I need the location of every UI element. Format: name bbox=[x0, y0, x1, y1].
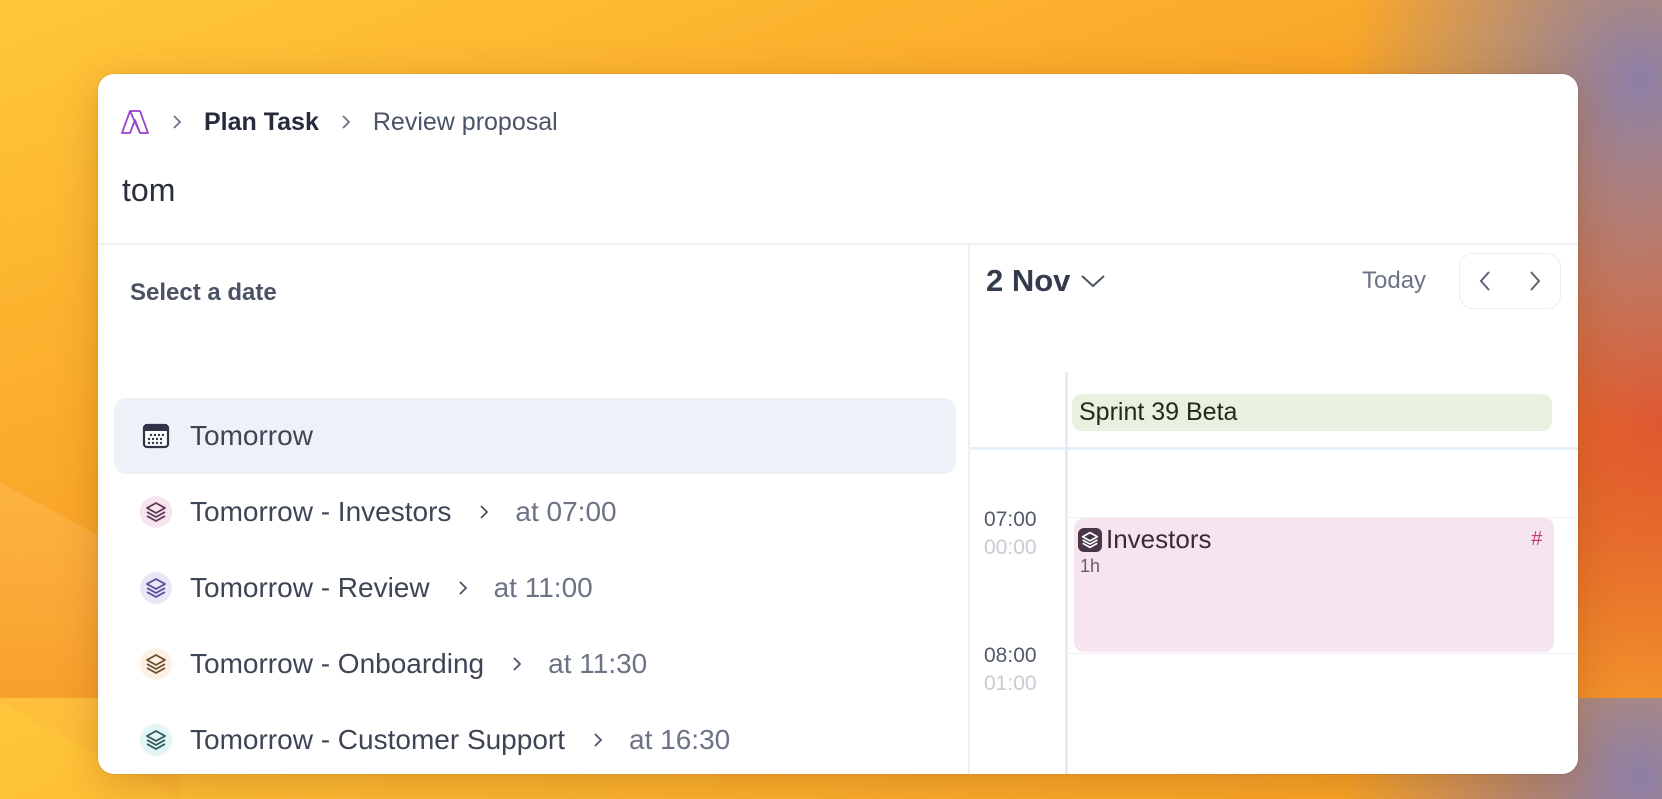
date-option-label: Tomorrow bbox=[190, 420, 313, 451]
date-option-label: Tomorrow - Investors bbox=[190, 496, 452, 527]
breadcrumb-plan-task[interactable]: Plan Task bbox=[204, 108, 319, 137]
time-label: 08:00 bbox=[984, 644, 1037, 667]
date-option-time: at 11:00 bbox=[493, 572, 593, 603]
app-logo-icon[interactable] bbox=[120, 107, 150, 137]
chevron-right-icon bbox=[593, 733, 607, 747]
stack-icon bbox=[140, 724, 172, 756]
previous-day-button[interactable] bbox=[1465, 261, 1505, 301]
hour-line bbox=[1068, 653, 1578, 654]
time-label: 07:00 bbox=[984, 508, 1037, 531]
date-option-customer-support[interactable]: Tomorrow - Customer Support at 16:30 bbox=[114, 702, 956, 774]
date-picker-dropdown[interactable]: 2 Nov bbox=[986, 263, 1108, 299]
event-header: Investors bbox=[1078, 524, 1212, 555]
date-option-investors[interactable]: Tomorrow - Investors at 07:00 bbox=[114, 474, 956, 550]
calendar-event-investors[interactable]: Investors 1h # bbox=[1074, 518, 1554, 652]
all-day-divider bbox=[970, 447, 1578, 450]
stack-icon bbox=[140, 496, 172, 528]
all-day-event[interactable]: Sprint 39 Beta bbox=[1072, 394, 1552, 431]
all-day-event-title: Sprint 39 Beta bbox=[1079, 398, 1238, 426]
breadcrumb: Plan Task Review proposal bbox=[120, 106, 558, 138]
stack-icon bbox=[1078, 527, 1102, 552]
chevron-right-icon bbox=[512, 657, 526, 671]
date-navigation bbox=[1459, 253, 1561, 309]
date-option-time: at 16:30 bbox=[629, 724, 731, 755]
event-title: Investors bbox=[1106, 524, 1212, 554]
calendar-panel: 2 Nov Today Sprint 39 Beta 07:00 00:00 0… bbox=[970, 245, 1578, 774]
date-option-time: at 11:30 bbox=[548, 648, 648, 679]
time-label-secondary: 01:00 bbox=[984, 672, 1037, 695]
breadcrumb-review-proposal[interactable]: Review proposal bbox=[373, 108, 558, 137]
chevron-right-icon bbox=[172, 115, 186, 129]
date-option-label: Tomorrow - Review bbox=[190, 572, 430, 603]
chevron-right-icon bbox=[1530, 271, 1541, 291]
chevron-left-icon bbox=[1479, 271, 1490, 291]
stack-icon bbox=[140, 572, 172, 604]
time-label-secondary: 00:00 bbox=[984, 536, 1037, 559]
stack-icon bbox=[140, 648, 172, 680]
chevron-down-icon bbox=[1080, 271, 1108, 291]
date-options-panel: Select a date Tomorrow Tomorrow - Invest… bbox=[98, 245, 968, 774]
next-day-button[interactable] bbox=[1515, 261, 1555, 301]
plan-task-window: Plan Task Review proposal tom Select a d… bbox=[98, 74, 1578, 774]
chevron-right-icon bbox=[458, 581, 472, 595]
hash-tag-icon[interactable]: # bbox=[1531, 528, 1542, 551]
section-label: Select a date bbox=[130, 279, 277, 306]
today-button[interactable]: Today bbox=[1362, 261, 1426, 301]
date-option-tomorrow[interactable]: Tomorrow bbox=[114, 398, 956, 474]
time-gutter-line bbox=[1065, 372, 1068, 774]
calendar-icon bbox=[140, 420, 172, 452]
chevron-right-icon bbox=[341, 115, 355, 129]
date-option-onboarding[interactable]: Tomorrow - Onboarding at 11:30 bbox=[114, 626, 956, 702]
search-query-text[interactable]: tom bbox=[122, 172, 175, 209]
date-option-label: Tomorrow - Customer Support bbox=[190, 724, 566, 755]
chevron-right-icon bbox=[479, 505, 493, 519]
date-option-review[interactable]: Tomorrow - Review at 11:00 bbox=[114, 550, 956, 626]
event-duration: 1h bbox=[1080, 556, 1101, 576]
date-option-label: Tomorrow - Onboarding bbox=[190, 648, 485, 679]
date-option-time: at 07:00 bbox=[515, 496, 617, 527]
calendar-date-label: 2 Nov bbox=[986, 263, 1071, 298]
